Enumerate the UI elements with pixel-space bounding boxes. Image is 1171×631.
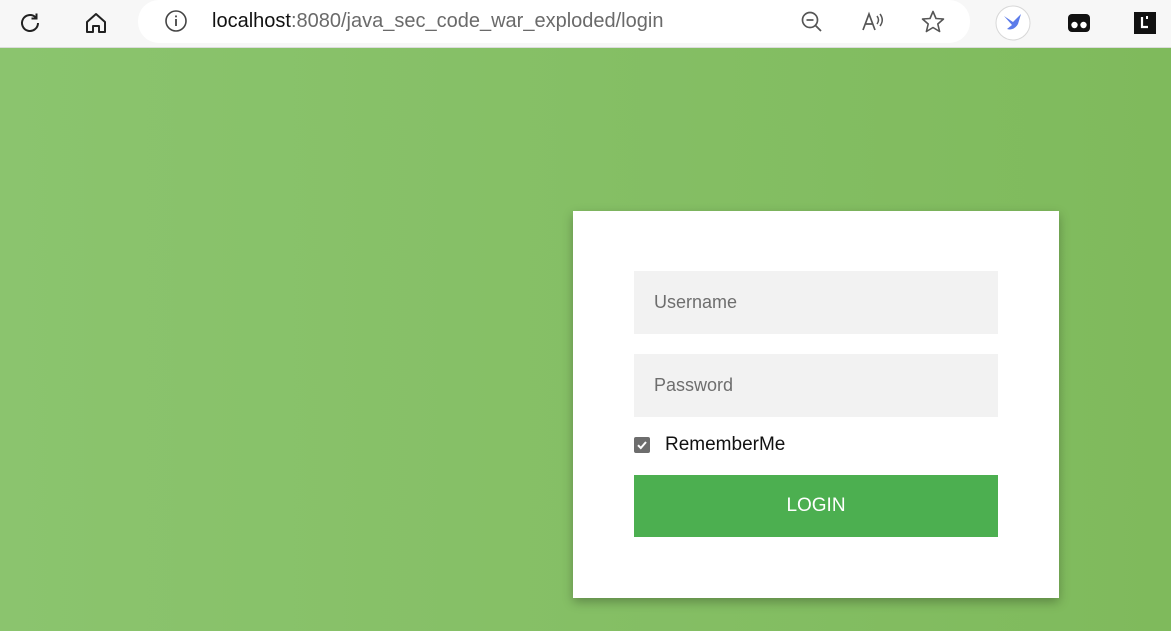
url-host: localhost <box>212 10 291 32</box>
login-card: RememberMe LOGIN <box>573 211 1059 598</box>
address-bar[interactable]: localhost:8080/java_sec_code_war_explode… <box>138 0 970 43</box>
reload-icon <box>21 13 39 32</box>
home-icon <box>86 13 106 33</box>
home-button[interactable] <box>79 6 113 40</box>
l-extension-button[interactable] <box>1126 4 1164 42</box>
zoom-out-icon <box>801 11 822 32</box>
remember-me-row[interactable]: RememberMe <box>634 434 785 456</box>
read-aloud-icon <box>862 11 883 31</box>
remember-me-checkbox[interactable] <box>634 437 650 453</box>
bird-extension-icon <box>995 5 1031 41</box>
tab-extension-icon <box>1068 14 1090 32</box>
username-input[interactable] <box>634 271 998 334</box>
login-button[interactable]: LOGIN <box>634 475 998 537</box>
favorite-star-icon <box>921 10 945 33</box>
password-input[interactable] <box>634 354 998 417</box>
l-extension-icon <box>1134 12 1156 34</box>
tab-extension-button[interactable] <box>1060 4 1098 42</box>
favorite-button[interactable] <box>919 8 947 36</box>
checkmark-icon <box>637 441 647 450</box>
info-icon[interactable] <box>164 9 188 33</box>
bird-extension-button[interactable] <box>994 4 1032 42</box>
reload-button[interactable] <box>13 6 47 40</box>
browser-toolbar: localhost:8080/java_sec_code_war_explode… <box>0 0 1171 48</box>
url-text[interactable]: localhost:8080/java_sec_code_war_explode… <box>212 8 663 34</box>
remember-me-label: RememberMe <box>665 434 786 455</box>
read-aloud-button[interactable] <box>859 8 887 36</box>
url-path: :8080/java_sec_code_war_exploded/login <box>290 10 664 32</box>
zoom-out-button[interactable] <box>798 8 826 36</box>
page-background: RememberMe LOGIN <box>0 48 1171 631</box>
